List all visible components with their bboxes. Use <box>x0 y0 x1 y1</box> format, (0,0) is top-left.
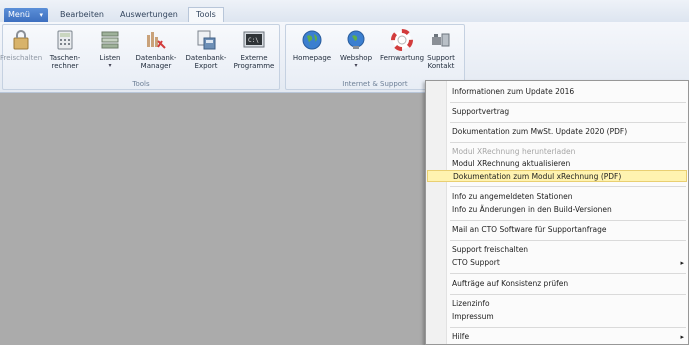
menu-separator <box>450 327 686 328</box>
datenbank-manager-label-2: Manager <box>140 62 172 70</box>
menu-item-hilfe[interactable]: Hilfe ▸ <box>450 331 688 343</box>
datenbank-export-label-2: Export <box>194 62 218 70</box>
menu-separator <box>450 273 686 274</box>
datenbank-export-button[interactable]: Datenbank- Export <box>183 29 229 70</box>
ribbon-group-tools: Freischalten Taschen- rechner Listen ▾ D… <box>0 24 280 90</box>
datenbank-export-label-1: Datenbank- <box>185 54 227 62</box>
listen-button[interactable]: Listen ▾ <box>93 29 127 70</box>
lifebuoy-icon <box>391 29 413 51</box>
tab-menu[interactable]: Menü ▾ <box>4 8 48 22</box>
terminal-icon: C:\ <box>243 31 265 48</box>
menu-separator <box>450 102 686 103</box>
lock-icon <box>13 30 29 50</box>
menu-icon-strip <box>426 81 447 344</box>
tab-auswertungen[interactable]: Auswertungen <box>120 8 178 22</box>
database-export-icon <box>197 30 216 50</box>
menu-item-info-build-versionen[interactable]: Info zu Änderungen in den Build-Versione… <box>450 204 688 216</box>
group-label-tools: Tools <box>132 80 150 88</box>
tab-bearbeiten[interactable]: Bearbeiten <box>60 8 104 22</box>
webshop-globe-icon <box>347 30 365 49</box>
chevron-down-icon: ▾ <box>108 62 112 69</box>
menu-item-hilfe-label: Hilfe <box>452 332 470 341</box>
tab-menu-label: Menü <box>8 10 30 19</box>
globe-icon <box>302 30 322 50</box>
homepage-button[interactable]: Homepage <box>292 29 332 62</box>
ribbon-tab-strip: Menü ▾ Bearbeiten Auswertungen Tools <box>0 0 689 23</box>
menu-separator <box>450 294 686 295</box>
menu-item-impressum[interactable]: Impressum <box>450 311 688 323</box>
externe-programme-button[interactable]: C:\ Externe Programme <box>229 29 279 70</box>
webshop-button[interactable]: Webshop ▾ <box>338 29 374 70</box>
listen-label: Listen <box>99 54 121 62</box>
homepage-label: Homepage <box>292 54 332 62</box>
menu-item-support-freischalten[interactable]: Support freischalten <box>450 244 688 256</box>
support-kontakt-label-1: Support <box>427 54 455 62</box>
datenbank-manager-label-1: Datenbank- <box>135 54 177 62</box>
support-kontakt-dropdown-menu: Informationen zum Update 2016 Supportver… <box>425 80 689 345</box>
menu-separator <box>450 240 686 241</box>
menu-item-informationen-update-2016[interactable]: Informationen zum Update 2016 <box>450 86 688 98</box>
menu-item-dokumentation-xrechnung[interactable]: Dokumentation zum Modul xRechnung (PDF) <box>427 170 687 182</box>
fernwartung-button[interactable]: Fernwartung <box>380 29 424 62</box>
menu-item-modul-xrechnung-herunterladen: Modul XRechnung herunterladen <box>452 147 576 156</box>
freischalten-button[interactable]: Freischalten <box>0 29 42 62</box>
menu-item-cto-support-label: CTO Support <box>452 258 500 267</box>
menu-item-lizenzinfo[interactable]: Lizenzinfo <box>450 298 688 310</box>
menu-item-info-angemeldete-stationen[interactable]: Info zu angemeldeten Stationen <box>450 191 688 203</box>
webshop-label: Webshop <box>339 54 373 62</box>
menu-separator <box>450 186 686 187</box>
submenu-arrow-icon: ▸ <box>680 333 684 341</box>
freischalten-label: Freischalten <box>0 54 43 62</box>
support-contact-icon <box>432 33 450 47</box>
menu-item-supportvertrag[interactable]: Supportvertrag <box>450 106 688 118</box>
chevron-down-icon: ▾ <box>354 62 358 69</box>
taschenrechner-button[interactable]: Taschen- rechner <box>45 29 85 70</box>
externe-programme-label-2: Programme <box>233 62 275 70</box>
menu-item-modul-xrechnung-aktualisieren[interactable]: Modul XRechnung aktualisieren <box>450 158 688 170</box>
taschenrechner-label-2: rechner <box>51 62 79 70</box>
menu-separator <box>450 220 686 221</box>
externe-programme-label-1: Externe <box>240 54 268 62</box>
support-kontakt-button[interactable]: Support Kontakt <box>426 29 456 70</box>
calculator-icon <box>57 30 73 50</box>
support-kontakt-label-2: Kontakt <box>427 62 455 70</box>
menu-item-cto-support[interactable]: CTO Support ▸ <box>450 257 688 269</box>
chevron-down-icon: ▾ <box>39 11 43 19</box>
taschenrechner-label-1: Taschen- <box>49 54 81 62</box>
tab-tools[interactable]: Tools <box>188 7 224 23</box>
menu-separator <box>450 122 686 123</box>
fernwartung-label: Fernwartung <box>380 54 425 62</box>
menu-item-auftraege-konsistenz[interactable]: Aufträge auf Konsistenz prüfen <box>450 278 688 290</box>
list-icon <box>101 31 119 49</box>
menu-item-mail-supportanfrage[interactable]: Mail an CTO Software für Supportanfrage <box>450 224 688 236</box>
svg-text:C:\: C:\ <box>248 37 259 44</box>
menu-separator <box>450 142 686 143</box>
database-manager-icon <box>147 32 166 49</box>
submenu-arrow-icon: ▸ <box>680 259 684 267</box>
menu-item-dokumentation-mwst-2020[interactable]: Dokumentation zum MwSt. Update 2020 (PDF… <box>450 126 688 138</box>
datenbank-manager-button[interactable]: Datenbank- Manager <box>133 29 179 70</box>
